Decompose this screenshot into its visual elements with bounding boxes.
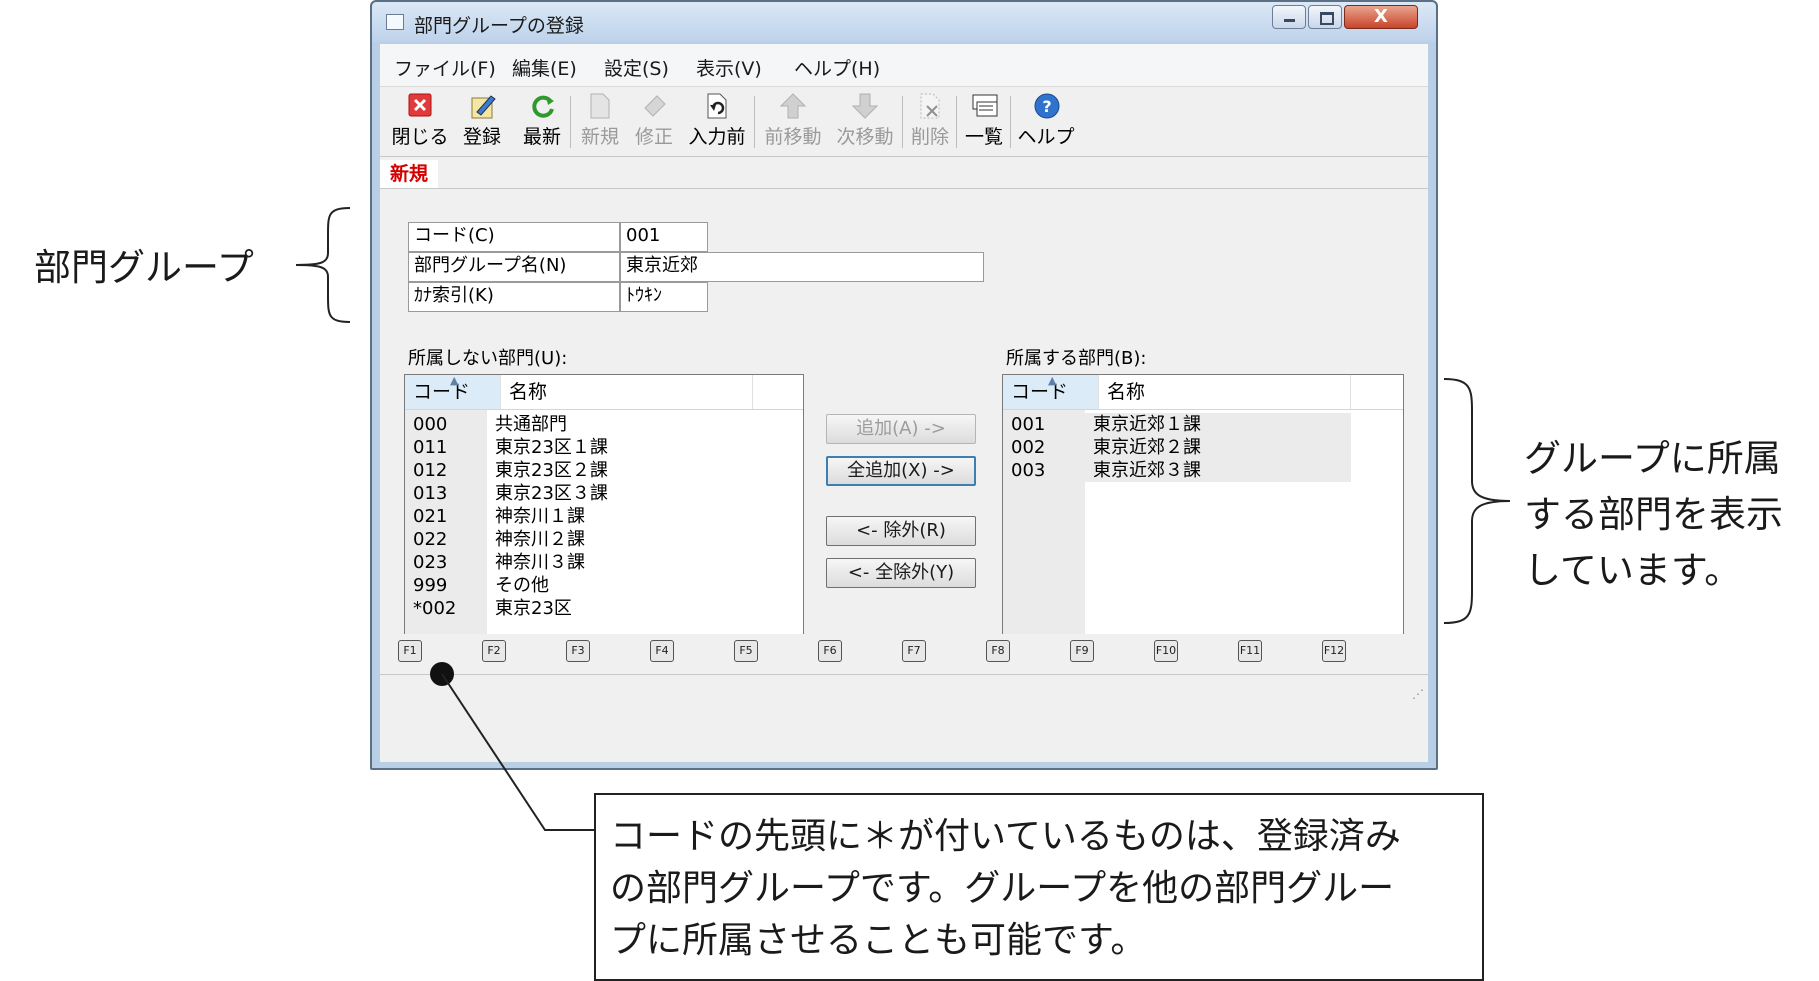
close-icon [407,92,433,120]
remove-all-button[interactable]: <- 全除外(Y) [826,558,976,588]
left-brace-icon [295,207,351,323]
add-button[interactable]: 追加(A) -> [826,414,976,444]
toolbar-separator [570,96,571,148]
undo-icon [704,92,730,120]
toolbar-revert-button[interactable]: 入力前 [684,92,750,152]
toolbar-separator [1010,96,1011,148]
callout-line3: プに所属させることも可能です。 [610,920,1147,961]
unassigned-list[interactable]: ▲ コード 名称 000 共通部門 011 東京23区１課 012 東京23区２課 01… [404,374,804,666]
resize-grip-icon[interactable]: ⋰ [1412,687,1424,701]
f4-key[interactable]: F4 [650,640,674,662]
annotation-right-line2: する部門を表示 [1524,493,1783,536]
list-header: ▲ コード 名称 [1003,375,1403,410]
toolbar-close-button[interactable]: 閉じる [390,92,450,152]
f1-key[interactable]: F1 [398,640,422,662]
title-bar: 部門グループの登録 X [372,2,1436,42]
header-name[interactable]: 名称 [501,375,753,409]
assigned-label: 所属する部門(B): [1006,348,1147,369]
edit-icon [641,92,667,120]
header-code[interactable]: ▲ コード [405,375,501,409]
menu-view[interactable]: 表示(V) [696,54,762,81]
callout-line1: コードの先頭に＊が付いているものは、登録済み [610,816,1401,857]
menu-bar: ファイル(F) 編集(E) 設定(S) 表示(V) ヘルプ(H) [380,44,1428,87]
list-item[interactable]: 001 東京近郊１課 [1003,413,1351,436]
list-icon [971,92,998,120]
toolbar-separator [754,96,755,148]
delete-icon [917,92,943,120]
code-label: コード(C) [408,222,620,252]
f10-key[interactable]: F10 [1154,640,1178,662]
register-icon [469,92,496,120]
unassigned-label: 所属しない部門(U): [408,348,568,369]
callout-line2: の部門グループです。グループを他の部門グルー [610,868,1395,909]
f12-key[interactable]: F12 [1322,640,1346,662]
kana-field[interactable]: ﾄｳｷﾝ [620,282,708,312]
mode-tab: 新規 [380,160,439,188]
menu-edit[interactable]: 編集(E) [512,54,577,81]
list-item[interactable]: 002 東京近郊２課 [1003,436,1351,459]
toolbar: 閉じる 登録 最新 新規 修正 入力前 前移動 次移動 削除 一覧 ? ヘルプ [380,88,1428,157]
maximize-button[interactable] [1308,5,1342,29]
f9-key[interactable]: F9 [1070,640,1094,662]
callout-box: コードの先頭に＊が付いているものは、登録済み の部門グループです。グループを他の… [594,793,1484,981]
svg-text:?: ? [1042,97,1051,116]
refresh-icon [529,92,555,120]
help-icon: ? [1033,92,1060,120]
assigned-list[interactable]: ▲ コード 名称 001 東京近郊１課 002 東京近郊２課 003 東京近郊３課 [1002,374,1404,666]
toolbar-register-button[interactable]: 登録 [458,92,506,152]
toolbar-help-button[interactable]: ? ヘルプ [1016,92,1076,152]
kana-label: ｶﾅ索引(K) [408,282,620,312]
mode-bar: 新規 [380,160,1428,189]
toolbar-separator [956,96,957,148]
window-title: 部門グループの登録 [414,15,584,37]
down-arrow-icon [851,92,879,120]
group-name-label: 部門グループ名(N) [408,252,620,282]
header-name[interactable]: 名称 [1099,375,1351,409]
sort-up-icon: ▲ [1048,374,1057,387]
toolbar-delete-button[interactable]: 削除 [908,92,952,152]
menu-settings[interactable]: 設定(S) [604,54,669,81]
annotation-right-line1: グループに所属 [1524,437,1781,480]
list-header: ▲ コード 名称 [405,375,803,410]
menu-file[interactable]: ファイル(F) [394,54,496,81]
f11-key[interactable]: F11 [1238,640,1262,662]
toolbar-separator [902,96,903,148]
minimize-button[interactable] [1272,5,1306,29]
list-item[interactable]: 003 東京近郊３課 [1003,459,1351,482]
f6-key[interactable]: F6 [818,640,842,662]
window-icon [386,14,404,30]
toolbar-refresh-button[interactable]: 最新 [518,92,566,152]
close-window-button[interactable]: X [1344,5,1418,29]
header-code[interactable]: ▲ コード [1003,375,1099,409]
toolbar-new-button[interactable]: 新規 [576,92,624,152]
right-brace-icon [1443,378,1511,624]
f7-key[interactable]: F7 [902,640,926,662]
annotation-right-line3: しています。 [1524,549,1742,592]
callout-leader [430,662,596,831]
up-arrow-icon [779,92,807,120]
annotation-group-label: 部門グループ [34,246,254,289]
new-icon [587,92,613,120]
add-all-button[interactable]: 全追加(X) -> [826,456,976,486]
f5-key[interactable]: F5 [734,640,758,662]
toolbar-next-button[interactable]: 次移動 [832,92,898,152]
sort-up-icon: ▲ [450,374,459,387]
menu-help[interactable]: ヘルプ(H) [794,54,880,81]
remove-button[interactable]: <- 除外(R) [826,516,976,546]
f8-key[interactable]: F8 [986,640,1010,662]
toolbar-edit-button[interactable]: 修正 [630,92,678,152]
group-name-field[interactable]: 東京近郊 [620,252,984,282]
toolbar-list-button[interactable]: 一覧 [962,92,1006,152]
code-field[interactable]: 001 [620,222,708,252]
toolbar-prev-button[interactable]: 前移動 [760,92,826,152]
